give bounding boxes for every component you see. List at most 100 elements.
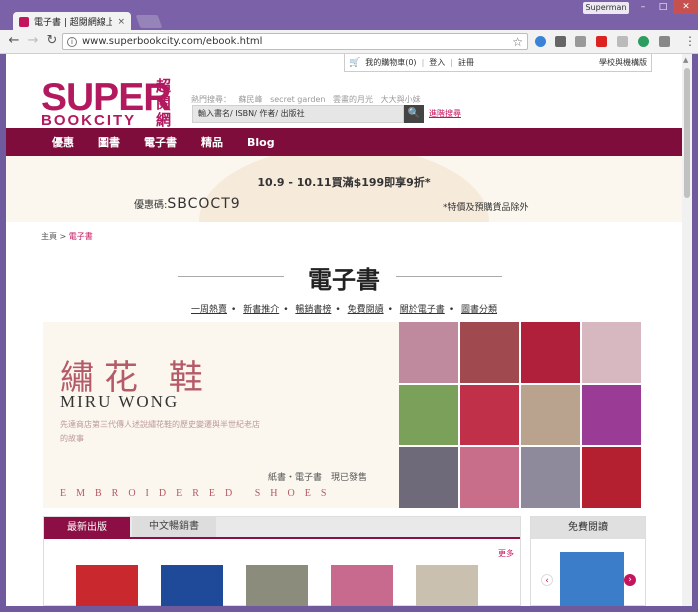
new-tab-button[interactable]: [135, 15, 163, 28]
promo-note: *特價及預購貨品除外: [443, 203, 529, 213]
close-window-button[interactable]: ✕: [673, 0, 698, 14]
promo-banner[interactable]: 10.9 - 10.11買滿$199即享9折* 優惠碼:SBCOCT9 *特價及…: [6, 156, 682, 222]
hot-term[interactable]: 雲畫的月光: [333, 95, 373, 104]
tab-new-releases[interactable]: 最新出版: [44, 517, 130, 539]
search-icon[interactable]: 🔍: [404, 105, 424, 123]
cart-icon[interactable]: 🛒: [349, 58, 360, 68]
nav-books[interactable]: 圖書: [98, 134, 120, 150]
nav-ebooks[interactable]: 電子書: [144, 134, 177, 150]
banner-availability: 紙書・電子書 現已發售: [268, 473, 368, 483]
address-bar[interactable]: i www.superbookcity.com/ebook.html ☆: [62, 33, 528, 50]
extension-icon[interactable]: [659, 36, 670, 47]
feature-banner[interactable]: 繡花 鞋 MIRU WONG 先達商店第三代傳人述說繡花鞋的歷史變遷與半世紀老店…: [43, 322, 641, 508]
menu-icon[interactable]: ⋮: [684, 34, 696, 48]
promo-code-label: 優惠碼:: [134, 200, 168, 211]
extension-icon[interactable]: [617, 36, 628, 47]
photo-tile: [460, 447, 519, 508]
maximize-button[interactable]: □: [653, 0, 673, 14]
hot-search: 熱門搜尋： 蘇民峰 secret garden 雲畫的月光 大大與小妹: [191, 94, 426, 105]
subnav-weekly[interactable]: 一周熱賣: [191, 305, 227, 315]
institution-link[interactable]: 學校與機構版: [599, 57, 647, 68]
photo-tile: [460, 322, 519, 383]
dot: •: [335, 305, 341, 315]
subnav-bestseller[interactable]: 暢銷書榜: [295, 305, 331, 315]
login-link[interactable]: 登入: [429, 57, 445, 68]
nav-gifts[interactable]: 精品: [201, 134, 223, 150]
scrollbar[interactable]: ▲: [682, 54, 692, 606]
info-icon[interactable]: i: [67, 36, 77, 47]
extension-icon[interactable]: [535, 36, 546, 47]
book-cover[interactable]: [560, 552, 624, 606]
banner-english-title: EMBROIDERED SHOES: [60, 488, 337, 499]
extension-icon[interactable]: [638, 36, 649, 47]
nav-blog[interactable]: Blog: [247, 136, 275, 149]
register-link[interactable]: 註冊: [458, 57, 474, 68]
book-cover[interactable]: [416, 565, 478, 606]
photo-tile: [582, 322, 641, 383]
tab-chinese-bestsellers[interactable]: 中文暢銷書: [132, 517, 216, 537]
ebook-subnav: 一周熱賣 • 新書推介 • 暢銷書榜 • 免費閱讀 • 關於電子書 • 圖書分類: [6, 302, 682, 315]
photo-tile: [521, 384, 580, 446]
banner-photo-grid: [399, 322, 641, 508]
reload-icon[interactable]: ↻: [44, 33, 60, 49]
advanced-search-link[interactable]: 進階搜尋: [429, 108, 461, 119]
extension-icon[interactable]: [575, 36, 586, 47]
divider: |: [450, 58, 453, 67]
chevron-right-icon[interactable]: ›: [624, 574, 636, 586]
photo-tile: [521, 447, 580, 508]
dot: •: [387, 305, 393, 315]
subnav-about[interactable]: 關於電子書: [400, 305, 445, 315]
scroll-up-icon[interactable]: ▲: [683, 56, 688, 64]
breadcrumb-separator: >: [59, 232, 67, 241]
promo-title: 10.9 - 10.11買滿$199即享9折*: [257, 176, 431, 189]
cart-link[interactable]: 我的購物車(0): [365, 57, 416, 68]
hot-term[interactable]: 大大與小妹: [381, 95, 421, 104]
subnav-free[interactable]: 免費閱讀: [348, 305, 384, 315]
book-cover[interactable]: [246, 565, 308, 606]
back-icon[interactable]: ←: [6, 33, 22, 49]
main-nav: 優惠 圖書 電子書 精品 Blog: [6, 128, 682, 156]
search-input[interactable]: 輸入書名/ ISBN/ 作者/ 出版社: [192, 105, 404, 123]
free-read-panel: 免費閱讀 ‹ ›: [530, 516, 646, 606]
minimize-button[interactable]: –: [633, 0, 653, 14]
profile-chip[interactable]: Superman: [583, 2, 629, 14]
page-title: 電子書: [308, 266, 380, 294]
account-bar: 🛒 我的購物車(0) | 登入 | 註冊 學校與機構版: [344, 54, 652, 72]
divider: |: [421, 58, 425, 67]
browser-toolbar: ← → ↻ i www.superbookcity.com/ebook.html…: [0, 30, 698, 54]
promo-code: 優惠碼:SBCOCT9: [134, 196, 241, 212]
dot: •: [231, 305, 237, 315]
hot-term[interactable]: secret garden: [270, 95, 325, 104]
photo-tile: [399, 447, 458, 508]
photo-tile: [582, 384, 641, 446]
bookmark-star-icon[interactable]: ☆: [512, 35, 523, 49]
scroll-thumb[interactable]: [684, 68, 690, 198]
nav-offers[interactable]: 優惠: [52, 134, 74, 150]
extension-icon[interactable]: [596, 36, 607, 47]
dot: •: [448, 305, 455, 315]
photo-tile: [399, 384, 458, 446]
subnav-categories[interactable]: 圖書分類: [461, 305, 497, 315]
dot: •: [283, 305, 289, 315]
url-text[interactable]: www.superbookcity.com/ebook.html: [82, 36, 512, 47]
chevron-left-icon[interactable]: ‹: [541, 574, 553, 586]
photo-tile: [399, 322, 458, 383]
logo-subtext: BOOKCITY: [41, 112, 137, 129]
site-header: SUPER BOOKCITY 超閱網 🛒 我的購物車(0) | 登入 | 註冊 …: [6, 54, 682, 130]
free-read-title: 免費閱讀: [531, 517, 645, 539]
pen-extension-icon[interactable]: [555, 36, 566, 47]
book-cover[interactable]: [76, 565, 138, 606]
hot-term[interactable]: 蘇民峰: [239, 95, 263, 104]
forward-icon[interactable]: →: [25, 33, 41, 49]
browser-tab[interactable]: 電子書 | 超閱網線上書店 ×: [13, 12, 131, 31]
more-link[interactable]: 更多: [498, 548, 514, 559]
tab-close-icon[interactable]: ×: [117, 17, 125, 27]
breadcrumb-current[interactable]: 電子書: [69, 232, 93, 241]
site-logo[interactable]: SUPER BOOKCITY 超閱網: [41, 78, 191, 130]
book-cover[interactable]: [161, 565, 223, 606]
breadcrumb-home[interactable]: 主頁: [41, 232, 57, 241]
photo-tile: [521, 322, 580, 383]
subnav-new[interactable]: 新書推介: [243, 305, 279, 315]
book-cover[interactable]: [331, 565, 393, 606]
photo-tile: [582, 447, 641, 508]
